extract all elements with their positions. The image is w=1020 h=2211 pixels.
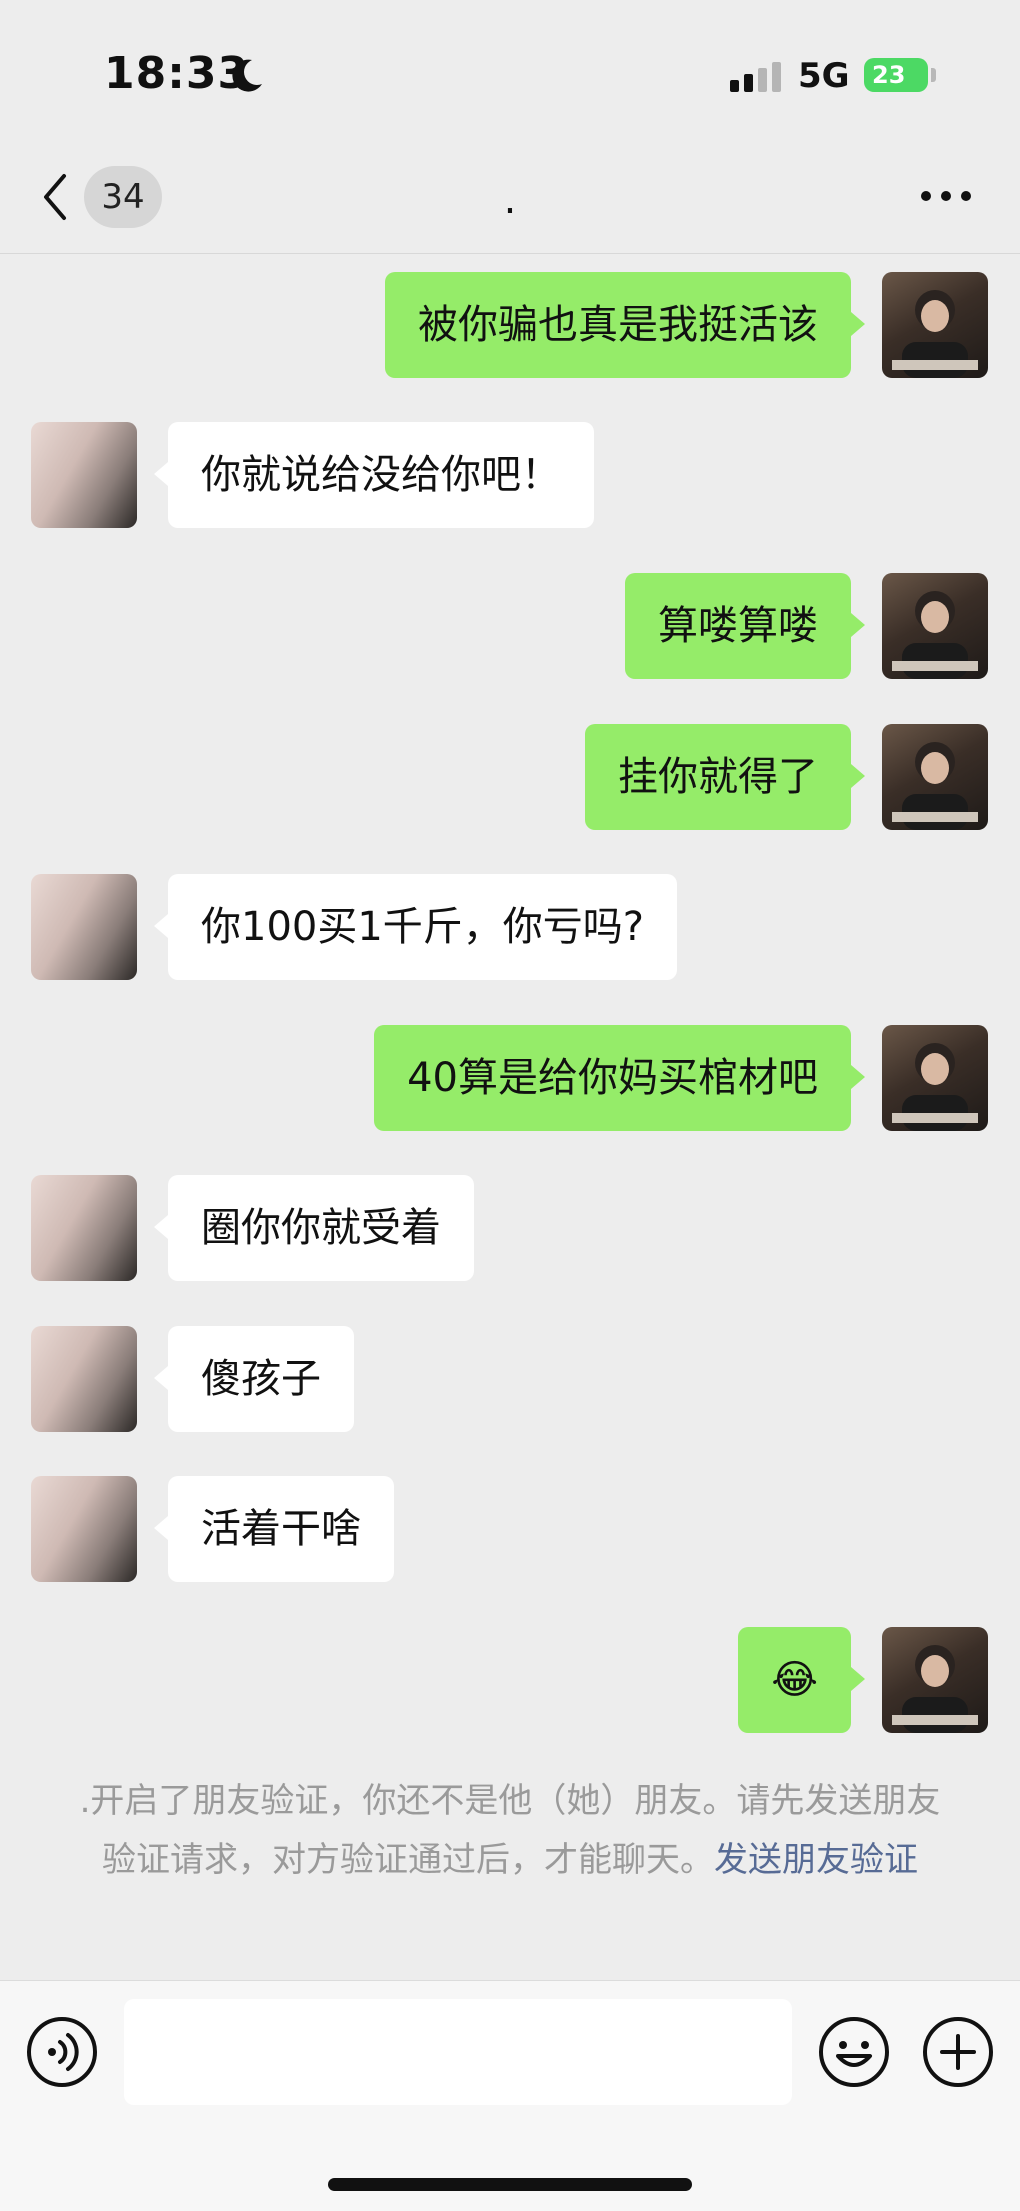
sent-bubble[interactable]: 挂你就得了 — [585, 724, 865, 830]
message-list[interactable]: 被你骗也真是我挺活该 你就说给没给你吧！ 算喽算喽 挂你就得了 你100买1千斤… — [0, 254, 1020, 1980]
avatar-person-icon — [892, 742, 978, 830]
received-bubble[interactable]: 傻孩子 — [154, 1326, 354, 1432]
signal-icon — [730, 62, 781, 92]
home-indicator — [328, 2178, 692, 2191]
chevron-left-icon[interactable] — [40, 172, 70, 222]
unread-badge[interactable]: 34 — [84, 166, 162, 228]
message-row: 40算是给你妈买棺材吧 — [0, 1025, 1020, 1135]
chat-title: . — [503, 177, 517, 223]
contact-avatar[interactable] — [31, 1476, 137, 1582]
message-row: 你就说给没给你吧！ — [0, 422, 1020, 532]
network-label: 5G — [798, 56, 850, 96]
contact-avatar[interactable] — [31, 1326, 137, 1432]
more-dots-icon[interactable] — [918, 188, 974, 204]
message-row: 傻孩子 — [0, 1326, 1020, 1436]
friend-verification-notice: .开启了朋友验证，你还不是他（她）朋友。请先发送朋友验证请求，对方验证通过后，才… — [70, 1772, 950, 1890]
received-bubble[interactable]: 你100买1千斤，你亏吗? — [153, 874, 678, 980]
my-avatar[interactable] — [882, 1627, 988, 1733]
battery-indicator: 23 — [864, 58, 928, 92]
message-input[interactable] — [124, 1999, 792, 2105]
battery-level: 23 — [872, 61, 906, 89]
message-row: 活着干啥 — [0, 1476, 1020, 1586]
battery-tip — [931, 68, 936, 82]
sent-emoji-bubble[interactable]: 😂 — [738, 1627, 865, 1733]
message-row: 算喽算喽 — [0, 573, 1020, 683]
my-avatar[interactable] — [882, 272, 988, 378]
emoji-icon[interactable] — [818, 2016, 890, 2088]
message-row: 😂 — [0, 1627, 1020, 1737]
status-bar: 18:33 5G 23 — [0, 0, 1020, 150]
message-row: 被你骗也真是我挺活该 — [0, 272, 1020, 382]
my-avatar[interactable] — [882, 1025, 988, 1131]
sent-bubble[interactable]: 被你骗也真是我挺活该 — [385, 272, 865, 378]
received-bubble[interactable]: 活着干啥 — [154, 1476, 394, 1582]
avatar-person-icon — [892, 290, 978, 378]
input-bar — [0, 1980, 1020, 2211]
avatar-person-icon — [892, 591, 978, 679]
nav-bar: 34 . — [0, 150, 1020, 254]
contact-avatar[interactable] — [31, 422, 137, 528]
avatar-person-icon — [892, 1645, 978, 1733]
message-row: 圈你你就受着 — [0, 1175, 1020, 1285]
send-verification-link[interactable]: 发送朋友验证 — [714, 1840, 918, 1880]
moon-icon — [232, 59, 262, 92]
received-bubble[interactable]: 你就说给没给你吧！ — [154, 422, 594, 528]
sent-bubble[interactable]: 40算是给你妈买棺材吧 — [374, 1025, 865, 1131]
my-avatar[interactable] — [882, 573, 988, 679]
contact-avatar[interactable] — [31, 1175, 137, 1281]
sent-bubble[interactable]: 算喽算喽 — [625, 573, 865, 679]
my-avatar[interactable] — [882, 724, 988, 830]
voice-icon[interactable] — [26, 2016, 98, 2088]
message-row: 挂你就得了 — [0, 724, 1020, 834]
received-bubble[interactable]: 圈你你就受着 — [154, 1175, 474, 1281]
avatar-person-icon — [892, 1043, 978, 1131]
contact-avatar[interactable] — [31, 874, 137, 980]
message-row: 你100买1千斤，你亏吗? — [0, 874, 1020, 984]
plus-icon[interactable] — [922, 2016, 994, 2088]
